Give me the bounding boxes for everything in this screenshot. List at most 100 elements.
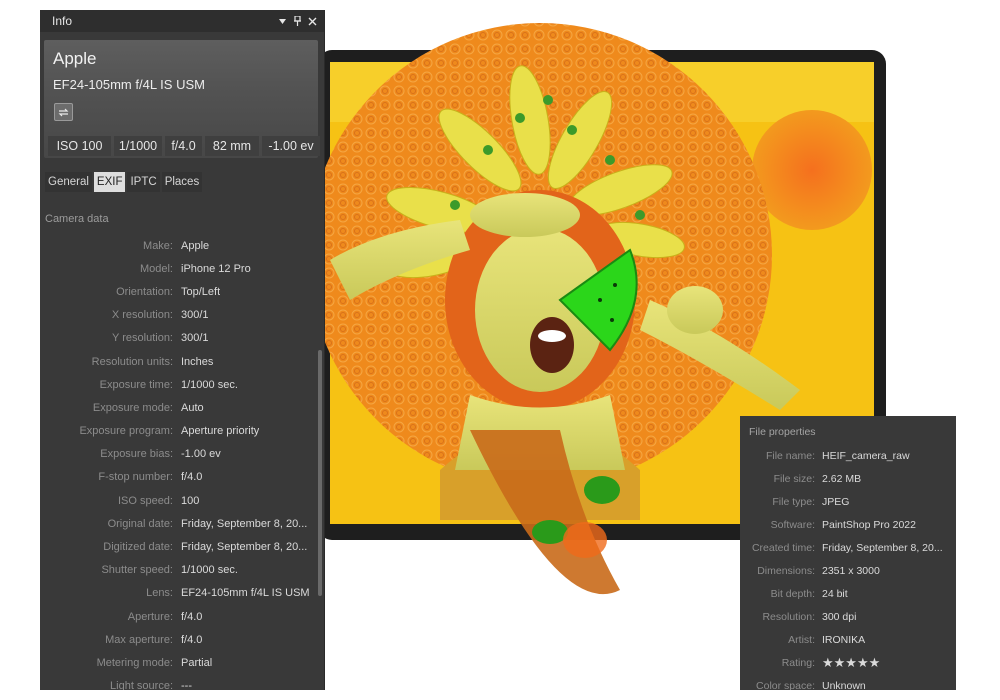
exif-value: 100 — [181, 494, 200, 507]
pin-icon[interactable] — [291, 14, 303, 28]
property-label: Color space: — [756, 680, 815, 690]
property-label: File type: — [772, 495, 815, 508]
exif-row: Orientation: Top/Left — [40, 280, 320, 303]
exif-label: ISO speed: — [117, 494, 173, 507]
info-panel: Info Apple EF24-105mm f/4L IS USM ISO 10… — [40, 10, 325, 690]
property-label: File size: — [773, 472, 815, 485]
dropdown-icon[interactable] — [276, 14, 288, 28]
exif-label: Orientation: — [116, 285, 173, 298]
exif-row: Original date: Friday, September 8, 20... — [40, 512, 320, 535]
exif-row: Metering mode: Partial — [40, 651, 320, 674]
tab-places[interactable]: Places — [161, 172, 203, 192]
exif-value: Aperture priority — [181, 425, 260, 438]
property-value: IRONIKA — [822, 634, 866, 647]
exif-value: Partial — [181, 656, 213, 669]
exif-row: Exposure time: 1/1000 sec. — [40, 373, 320, 396]
exif-value: -1.00 ev — [181, 448, 221, 461]
exif-label: Exposure bias: — [100, 448, 173, 461]
exif-label: Exposure program: — [79, 425, 173, 438]
aperture-stat: f/4.0 — [165, 136, 202, 156]
property-row: Rating: ★★★★★ — [740, 652, 956, 675]
exif-label: Shutter speed: — [101, 564, 173, 577]
property-value: JPEG — [822, 495, 850, 508]
property-value: PaintShop Pro 2022 — [822, 518, 916, 531]
property-row: Created time: Friday, September 8, 20... — [740, 536, 956, 559]
exif-label: Light source: — [110, 680, 173, 690]
property-label: File name: — [765, 449, 815, 462]
exif-label: Aperture: — [127, 610, 173, 623]
focal-length-stat: 82 mm — [205, 136, 259, 156]
exif-rows: Make: Apple Model: iPhone 12 Pro Orientati… — [40, 234, 320, 690]
exif-value: Apple — [181, 239, 210, 252]
exif-label: Original date: — [107, 517, 173, 530]
exif-label: Exposure mode: — [92, 401, 173, 414]
iso-stat: ISO 100 — [48, 136, 111, 156]
camera-summary-card: Apple EF24-105mm f/4L IS USM ISO 100 1/1… — [44, 40, 320, 158]
exif-value: 300/1 — [181, 332, 209, 345]
exif-row: Model: iPhone 12 Pro — [40, 257, 320, 280]
exif-value: 300/1 — [181, 309, 209, 322]
swap-icon[interactable] — [54, 103, 73, 121]
tab-iptc[interactable]: IPTC — [127, 172, 160, 192]
exif-label: Resolution units: — [91, 355, 173, 368]
exif-value: f/4.0 — [181, 610, 203, 623]
exif-row: Y resolution: 300/1 — [40, 327, 320, 350]
tab-exif[interactable]: EXIF — [93, 172, 126, 192]
exif-row: F-stop number: f/4.0 — [40, 466, 320, 489]
exif-label: Lens: — [146, 587, 173, 600]
exif-label: Metering mode: — [96, 656, 173, 669]
exif-row: Aperture: f/4.0 — [40, 605, 320, 628]
property-row: Artist: IRONIKA — [740, 629, 956, 652]
exif-label: Digitized date: — [103, 541, 173, 554]
info-scrollbar[interactable] — [318, 350, 322, 596]
property-value: Friday, September 8, 20... — [822, 541, 943, 554]
exif-value: f/4.0 — [181, 471, 203, 484]
property-value: HEIF_camera_raw — [822, 449, 910, 462]
file-properties-rows: File name: HEIF_camera_raw File size: 2.62… — [740, 444, 956, 690]
exif-row: Exposure bias: -1.00 ev — [40, 443, 320, 466]
property-label: Software: — [770, 518, 815, 531]
property-row: Dimensions: 2351 x 3000 — [740, 559, 956, 582]
property-row: Bit depth: 24 bit — [740, 583, 956, 606]
camera-lens: EF24-105mm f/4L IS USM — [53, 77, 205, 92]
property-value: Unknown — [822, 680, 866, 690]
panel-title: Info — [52, 14, 73, 28]
exif-row: Digitized date: Friday, September 8, 20..… — [40, 535, 320, 558]
rating-stars[interactable]: ★★★★★ — [822, 655, 946, 671]
property-label: Bit depth: — [770, 588, 815, 601]
exif-label: Max aperture: — [105, 633, 173, 646]
property-row: Color space: Unknown — [740, 675, 956, 690]
shutter-stat: 1/1000 — [114, 136, 162, 156]
property-value: 2.62 MB — [822, 472, 862, 485]
exif-row: X resolution: 300/1 — [40, 304, 320, 327]
exif-label: Model: — [139, 262, 173, 275]
property-label: Artist: — [788, 634, 815, 647]
exif-row: Exposure program: Aperture priority — [40, 420, 320, 443]
exposure-stats: ISO 100 1/1000 f/4.0 82 mm -1.00 ev — [48, 136, 320, 156]
exif-value: Friday, September 8, 20... — [181, 541, 308, 554]
exif-value: --- — [181, 680, 192, 690]
property-value: 2351 x 3000 — [822, 565, 880, 578]
exif-value: Top/Left — [181, 285, 221, 298]
exif-row: Shutter speed: 1/1000 sec. — [40, 559, 320, 582]
exif-value: Auto — [181, 401, 204, 414]
exif-value: EF24-105mm f/4L IS USM — [181, 587, 310, 600]
exif-label: Exposure time: — [99, 378, 173, 391]
property-value: 300 dpi — [822, 611, 857, 624]
property-row: Software: PaintShop Pro 2022 — [740, 513, 956, 536]
info-panel-title-bar[interactable]: Info — [40, 10, 324, 32]
file-properties-panel: File properties File name: HEIF_camera_ra… — [740, 416, 956, 690]
exif-row: Max aperture: f/4.0 — [40, 628, 320, 651]
section-heading: Camera data — [45, 213, 109, 225]
close-icon[interactable] — [306, 14, 318, 28]
exif-value: f/4.0 — [181, 633, 203, 646]
exif-row: Lens: EF24-105mm f/4L IS USM — [40, 582, 320, 605]
property-row: File name: HEIF_camera_raw — [740, 444, 956, 467]
exif-value: Inches — [181, 355, 214, 368]
exposure-bias-stat: -1.00 ev — [262, 136, 320, 156]
exif-value: Friday, September 8, 20... — [181, 517, 308, 530]
exif-value: 1/1000 sec. — [181, 564, 238, 577]
exif-row: Light source: --- — [40, 675, 320, 690]
tab-general[interactable]: General — [45, 172, 92, 192]
property-label: Dimensions: — [757, 565, 815, 578]
